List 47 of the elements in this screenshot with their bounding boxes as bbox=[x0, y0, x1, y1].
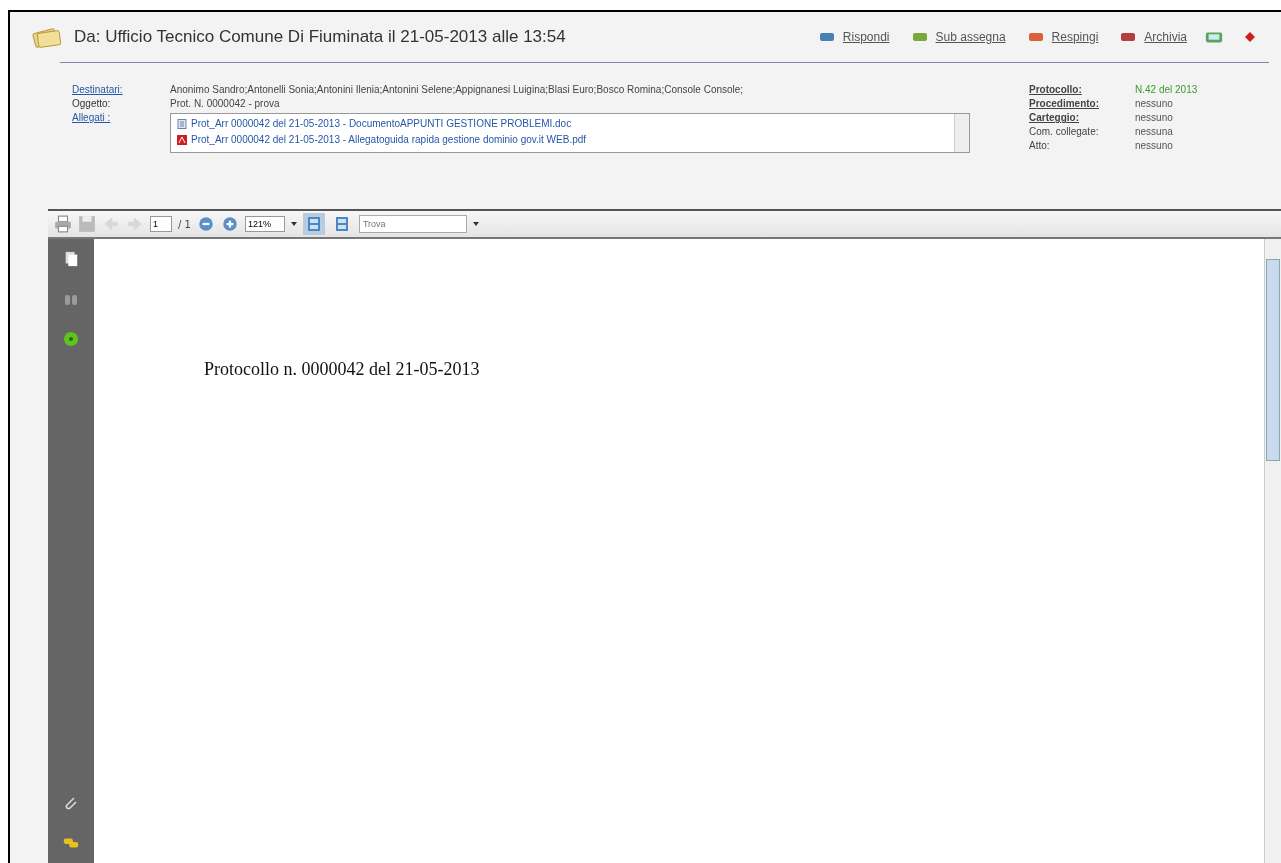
view-mode-button[interactable] bbox=[302, 213, 325, 235]
field-value: Anonimo Sandro;Antonelli Sonia;Antonini Ilenia;Antonini Selene;Appignanesi Luigina;Blasi Euro;Bosco Romina;Console Console; bbox=[170, 83, 744, 97]
field-value: nessuna bbox=[1135, 125, 1173, 139]
paperclip-icon[interactable] bbox=[63, 795, 79, 811]
zoom-field[interactable]: 121% bbox=[244, 216, 285, 232]
action-link[interactable]: Sub assegna bbox=[935, 30, 1006, 44]
attachment-link[interactable]: Prot_Arr 0000042 del 21-05-2013 - Allegatoguida rapida gestione dominio gov.it WEB.pdf bbox=[191, 132, 587, 148]
field-label[interactable]: Procedimento: bbox=[1029, 97, 1135, 111]
attachment-link[interactable]: Prot_Arr 0000042 del 21-05-2013 - DocumentoAPPUNTI GESTIONE PROBLEMI.doc bbox=[191, 116, 572, 132]
action-icon bbox=[818, 31, 835, 43]
field-value: nessuno bbox=[1135, 111, 1173, 125]
zoom-out-icon[interactable] bbox=[196, 215, 215, 233]
field-label[interactable]: Protocollo: bbox=[1029, 83, 1135, 97]
page-layout-icon bbox=[305, 216, 322, 232]
zoom-in-icon[interactable] bbox=[220, 215, 239, 233]
envelopes-icon bbox=[32, 26, 62, 48]
save-icon[interactable] bbox=[78, 215, 96, 233]
action-link[interactable]: Rispondi bbox=[842, 30, 890, 44]
field-label: Oggetto: bbox=[72, 97, 112, 111]
page-count: / 1 bbox=[178, 218, 191, 230]
document-icon bbox=[177, 119, 187, 129]
field-value: Prot. N. 0000042 - prova bbox=[170, 97, 280, 111]
document-text: Protocollo n. 0000042 del 21-05-2013 bbox=[204, 359, 480, 379]
action-icon bbox=[911, 31, 928, 43]
action-icon bbox=[1027, 31, 1044, 43]
pages-icon[interactable] bbox=[63, 251, 79, 267]
pdf-icon bbox=[177, 135, 187, 145]
print-icon[interactable] bbox=[54, 215, 72, 233]
scrollbar[interactable] bbox=[1264, 239, 1281, 863]
action-link[interactable]: Respingi bbox=[1051, 30, 1099, 44]
field-label: Com. collegate: bbox=[1029, 125, 1100, 139]
scrollbar[interactable] bbox=[954, 114, 969, 152]
action-link[interactable]: Archivia bbox=[1144, 30, 1187, 44]
field-label: Atto: bbox=[1029, 139, 1051, 153]
field-label[interactable]: Carteggio: bbox=[1029, 111, 1135, 125]
field-label[interactable]: Destinatari: bbox=[72, 83, 170, 97]
dropdown-caret-icon[interactable] bbox=[290, 222, 297, 226]
action-icon bbox=[1120, 31, 1137, 43]
page-field[interactable]: 1 bbox=[150, 216, 172, 232]
field-value: nessuno bbox=[1135, 97, 1173, 111]
dropdown-caret-icon[interactable] bbox=[472, 222, 479, 226]
field-value: nessuno bbox=[1135, 139, 1173, 153]
find-field[interactable]: Trova bbox=[358, 215, 467, 233]
message-title: Da: Ufficio Tecnico Comune Di Fiuminata il 21-05-2013 alle 13:54 bbox=[74, 27, 567, 47]
page-layout-icon bbox=[333, 216, 350, 232]
field-value: N.42 del 2013 bbox=[1135, 83, 1198, 97]
field-label[interactable]: Allegati : bbox=[72, 111, 170, 153]
